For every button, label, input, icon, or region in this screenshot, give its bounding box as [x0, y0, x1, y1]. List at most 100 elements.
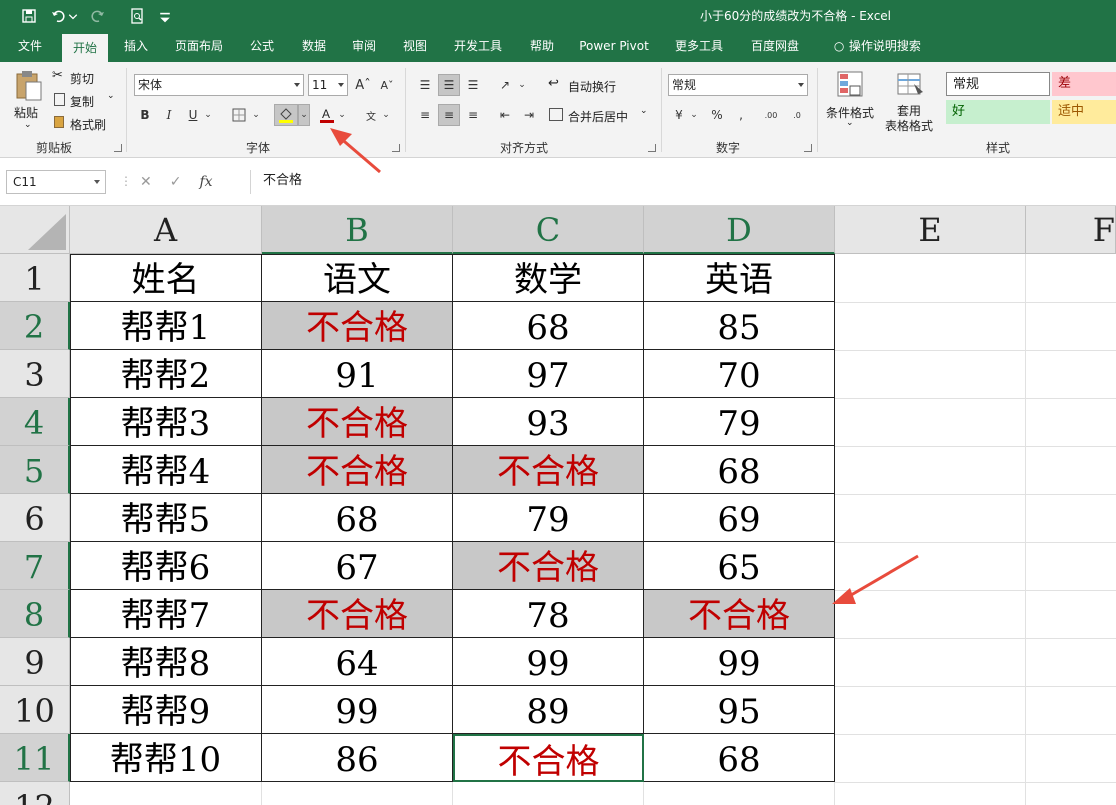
align-middle-button[interactable]: ☰	[438, 74, 460, 96]
tab-more-tools[interactable]: 更多工具	[666, 31, 732, 62]
cell-b2[interactable]: 不合格	[262, 302, 453, 350]
row-header-12[interactable]: 12	[0, 782, 70, 805]
cell-b3[interactable]: 91	[262, 350, 453, 398]
font-launcher-icon[interactable]	[392, 144, 400, 152]
cell-c5[interactable]: 不合格	[453, 446, 644, 494]
row-header-3[interactable]: 3	[0, 350, 70, 398]
clipboard-launcher-icon[interactable]	[114, 144, 122, 152]
percent-style-button[interactable]: %	[706, 104, 728, 126]
row-header-6[interactable]: 6	[0, 494, 70, 542]
decrease-font-size-button[interactable]: Aˇ	[376, 74, 398, 96]
column-header-b[interactable]: B	[262, 206, 453, 254]
wrap-text-button[interactable]: ↩ 自动换行	[548, 76, 628, 96]
align-right-button[interactable]: ≡	[462, 104, 484, 126]
tab-data[interactable]: 数据	[292, 31, 336, 62]
phonetic-guide-button[interactable]: 文	[360, 104, 382, 126]
format-painter-button[interactable]: 格式刷	[52, 114, 118, 134]
cell-a2[interactable]: 帮帮1	[70, 302, 262, 350]
cell-d5[interactable]: 68	[644, 446, 835, 494]
customize-toolbar-icon[interactable]	[154, 6, 176, 26]
borders-dropdown-icon[interactable]: ⌄	[250, 104, 262, 126]
merge-dropdown-icon[interactable]: ⌄	[640, 106, 648, 116]
cell-c7[interactable]: 不合格	[453, 542, 644, 590]
underline-button[interactable]: U	[182, 104, 204, 126]
tab-help[interactable]: 帮助	[520, 31, 564, 62]
cell-a9[interactable]: 帮帮8	[70, 638, 262, 686]
font-color-dropdown-icon[interactable]: ⌄	[336, 104, 348, 126]
tab-home[interactable]: 开始	[62, 34, 108, 62]
cell-a7[interactable]: 帮帮6	[70, 542, 262, 590]
cell-b4[interactable]: 不合格	[262, 398, 453, 446]
cell-a3[interactable]: 帮帮2	[70, 350, 262, 398]
phonetic-dropdown-icon[interactable]: ⌄	[380, 104, 392, 126]
cell-d1[interactable]: 英语	[644, 254, 835, 302]
cell-b1[interactable]: 语文	[262, 254, 453, 302]
tab-formulas[interactable]: 公式	[240, 31, 284, 62]
cell-c6[interactable]: 79	[453, 494, 644, 542]
tell-me-search[interactable]: ○ 操作说明搜索	[822, 31, 932, 62]
cell-a4[interactable]: 帮帮3	[70, 398, 262, 446]
cell-b5[interactable]: 不合格	[262, 446, 453, 494]
italic-button[interactable]: I	[158, 104, 180, 126]
cell-c1[interactable]: 数学	[453, 254, 644, 302]
cell-d11[interactable]: 68	[644, 734, 835, 782]
column-header-a[interactable]: A	[70, 206, 262, 254]
cell-a10[interactable]: 帮帮9	[70, 686, 262, 734]
cell-b8[interactable]: 不合格	[262, 590, 453, 638]
cell-b7[interactable]: 67	[262, 542, 453, 590]
style-good[interactable]: 好	[946, 100, 1050, 124]
comma-style-button[interactable]: ,	[730, 104, 752, 126]
cell-b10[interactable]: 99	[262, 686, 453, 734]
cell-b11[interactable]: 86	[262, 734, 453, 782]
align-left-button[interactable]: ≡	[414, 104, 436, 126]
number-launcher-icon[interactable]	[804, 144, 812, 152]
tab-insert[interactable]: 插入	[114, 31, 158, 62]
style-neutral[interactable]: 适中	[1052, 100, 1116, 124]
row-header-11[interactable]: 11	[0, 734, 70, 782]
formula-bar-divider-handle[interactable]: ⋮	[120, 174, 132, 188]
cell-a8[interactable]: 帮帮7	[70, 590, 262, 638]
row-header-2[interactable]: 2	[0, 302, 70, 350]
number-format-select[interactable]: 常规	[668, 74, 808, 96]
cell-c3[interactable]: 97	[453, 350, 644, 398]
enter-icon[interactable]: ✓	[170, 174, 182, 190]
orientation-dropdown-icon[interactable]: ⌄	[516, 74, 528, 96]
cell-c4[interactable]: 93	[453, 398, 644, 446]
cell-d4[interactable]: 79	[644, 398, 835, 446]
copy-button[interactable]: 复制 ⌄	[52, 91, 122, 111]
bold-button[interactable]: B	[134, 104, 156, 126]
tab-page-layout[interactable]: 页面布局	[166, 31, 232, 62]
name-box[interactable]: C11	[6, 170, 106, 194]
cell-c10[interactable]: 89	[453, 686, 644, 734]
cell-a6[interactable]: 帮帮5	[70, 494, 262, 542]
cell-d8[interactable]: 不合格	[644, 590, 835, 638]
tab-developer[interactable]: 开发工具	[445, 31, 511, 62]
cell-a1[interactable]: 姓名	[70, 254, 262, 302]
tab-baidu-netdisk[interactable]: 百度网盘	[742, 31, 808, 62]
cell-c2[interactable]: 68	[453, 302, 644, 350]
row-header-8[interactable]: 8	[0, 590, 70, 638]
cell-d6[interactable]: 69	[644, 494, 835, 542]
fill-color-button[interactable]	[274, 104, 298, 126]
cell-d2[interactable]: 85	[644, 302, 835, 350]
conditional-formatting-button[interactable]: 条件格式 ⌄	[824, 68, 876, 134]
decrease-decimal-button[interactable]: .0	[786, 104, 808, 126]
font-size-select[interactable]: 11	[308, 74, 348, 96]
accounting-format-button[interactable]: ¥	[668, 104, 690, 126]
save-icon[interactable]	[18, 6, 40, 26]
cell-b9[interactable]: 64	[262, 638, 453, 686]
borders-button[interactable]	[228, 104, 250, 126]
column-header-e[interactable]: E	[835, 206, 1026, 254]
cancel-icon[interactable]: ✕	[140, 174, 152, 190]
align-bottom-button[interactable]: ☰	[462, 74, 484, 96]
cell-a5[interactable]: 帮帮4	[70, 446, 262, 494]
insert-function-icon[interactable]: fx	[199, 174, 212, 190]
row-header-10[interactable]: 10	[0, 686, 70, 734]
decrease-indent-button[interactable]: ⇤	[494, 104, 516, 126]
fill-color-dropdown-icon[interactable]: ⌄	[298, 104, 310, 126]
conditional-dropdown-icon[interactable]: ⌄	[846, 118, 854, 128]
align-top-button[interactable]: ☰	[414, 74, 436, 96]
row-header-9[interactable]: 9	[0, 638, 70, 686]
align-center-button[interactable]: ≡	[438, 104, 460, 126]
cell-c11[interactable]: 不合格	[453, 734, 644, 782]
